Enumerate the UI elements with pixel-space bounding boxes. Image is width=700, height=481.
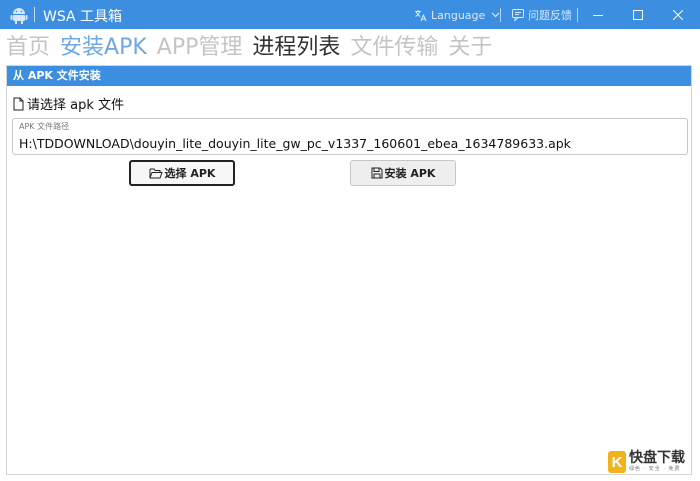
watermark-sub-text: 绿色 · 安全 · 免费 [629,466,681,472]
title-divider-2 [500,8,501,22]
maximize-button[interactable] [618,0,658,29]
language-selector[interactable]: Language [414,6,504,24]
maximize-icon [633,9,643,20]
install-apk-button[interactable]: 安装 APK [350,160,456,186]
window-title: WSA 工具箱 [43,9,123,25]
install-apk-label: 安装 APK [384,167,436,180]
folder-open-icon [149,168,163,179]
tab-about[interactable]: 关于 [448,29,492,61]
translate-icon [415,9,427,21]
watermark-main-text: 快盘下载 [629,450,685,466]
minimize-button[interactable] [578,0,618,29]
choose-apk-text: 请选择 apk 文件 [27,98,125,113]
feedback-button[interactable]: 问题反馈 [511,6,572,24]
watermark-logo: K 快盘下载 绿色 · 安全 · 免费 [608,451,685,473]
file-icon [13,97,24,110]
panel-header: 从 APK 文件安装 [7,66,691,86]
save-icon [371,167,383,179]
choose-apk-label: 请选择 apk 文件 [13,94,124,113]
tab-file-transfer[interactable]: 文件传输 [350,29,438,61]
tab-home[interactable]: 首页 [6,29,50,61]
tab-install-apk[interactable]: 安装APK [60,29,147,61]
feedback-label: 问题反馈 [528,9,572,22]
android-icon [10,8,28,24]
language-label: Language [431,8,486,22]
minimize-icon [593,14,603,16]
select-apk-button[interactable]: 选择 APK [129,160,235,186]
title-bar: WSA 工具箱 Language 问题反馈 [0,0,700,29]
apk-path-field[interactable]: APK 文件路径 H:\TDDOWNLOAD\douyin_lite_douyi… [12,118,688,155]
apk-path-value: H:\TDDOWNLOAD\douyin_lite_douyin_lite_gw… [19,136,571,151]
close-button[interactable] [658,0,698,29]
chevron-down-icon [491,12,500,18]
tab-process-list[interactable]: 进程列表 [252,29,340,61]
select-apk-label: 选择 APK [164,167,216,180]
watermark-k-logo: K [608,451,626,473]
install-panel: 从 APK 文件安装 请选择 apk 文件 APK 文件路径 H:\TDDOWN… [6,65,692,475]
tab-bar: 首页 安装APK APP管理 进程列表 文件传输 关于 [6,29,502,61]
title-divider [34,7,35,22]
close-icon [673,9,683,20]
feedback-icon [512,9,524,22]
tab-app-manager[interactable]: APP管理 [157,29,243,61]
apk-path-label: APK 文件路径 [19,122,70,131]
